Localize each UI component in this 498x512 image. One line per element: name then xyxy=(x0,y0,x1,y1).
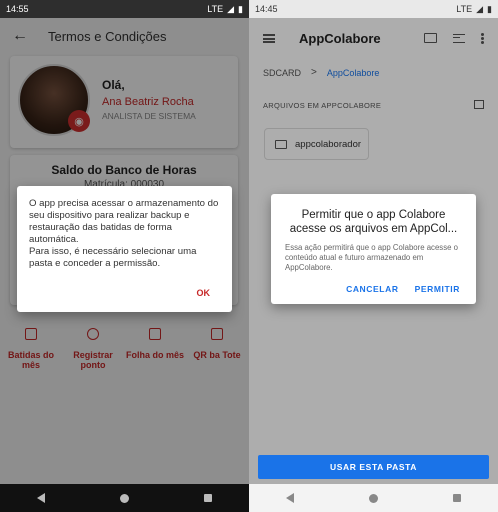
nav-recents-icon[interactable] xyxy=(203,494,212,502)
status-bar: 14:45 LTE ◢ ▮ xyxy=(249,0,498,18)
dialog-message: O app precisa acessar o armazenamento do… xyxy=(29,198,219,269)
nav-back-icon[interactable] xyxy=(286,493,295,503)
folder-access-dialog: Permitir que o app Colabore acesse os ar… xyxy=(271,194,476,304)
nav-recents-icon[interactable] xyxy=(452,494,461,502)
cancel-button[interactable]: CANCELAR xyxy=(346,284,399,294)
network-label: LTE xyxy=(456,4,473,14)
battery-icon: ▮ xyxy=(238,3,243,14)
storage-permission-dialog: O app precisa acessar o armazenamento do… xyxy=(17,186,232,312)
use-this-folder-button[interactable]: USAR ESTA PASTA xyxy=(258,455,489,479)
battery-icon: ▮ xyxy=(487,3,492,14)
nav-home-icon[interactable] xyxy=(119,493,129,503)
ok-button[interactable]: OK xyxy=(197,288,211,298)
system-nav-bar xyxy=(0,484,249,512)
dialog-title: Permitir que o app Colabore acesse os ar… xyxy=(289,209,458,236)
right-screen: 14:45 LTE ◢ ▮ AppColabore SDCARD > AppCo… xyxy=(249,0,498,512)
system-nav-bar xyxy=(249,484,498,512)
dialog-message: Essa ação permitirá que o app Colabore a… xyxy=(285,242,458,272)
nav-back-icon[interactable] xyxy=(37,493,46,503)
status-time: 14:45 xyxy=(255,4,278,14)
signal-icon: ◢ xyxy=(476,3,484,14)
nav-home-icon[interactable] xyxy=(368,493,378,503)
status-bar: 14:55 LTE ◢ ▮ xyxy=(0,0,249,18)
left-screen: 14:55 LTE ◢ ▮ ← Termos e Condições ◉ Olá… xyxy=(0,0,249,512)
allow-button[interactable]: PERMITIR xyxy=(415,284,460,294)
network-label: LTE xyxy=(207,4,224,14)
signal-icon: ◢ xyxy=(227,3,235,14)
status-time: 14:55 xyxy=(6,4,29,14)
